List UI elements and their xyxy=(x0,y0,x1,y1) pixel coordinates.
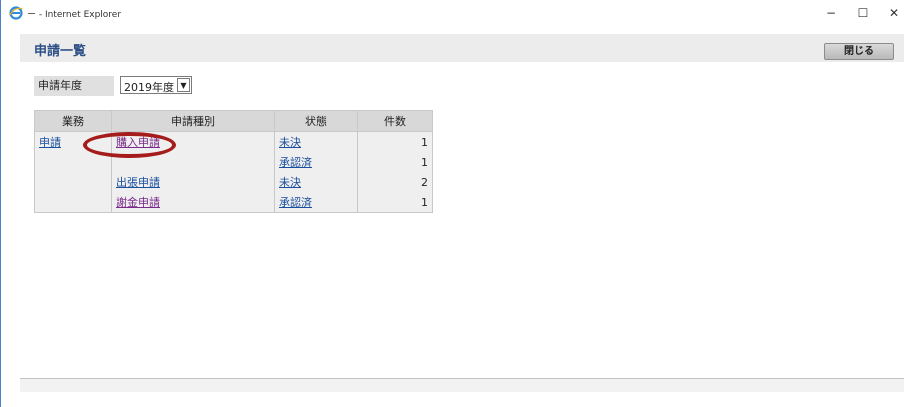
column-header: 業務 xyxy=(34,110,112,132)
type-link[interactable]: 購入申請 xyxy=(116,136,160,149)
maximize-button[interactable]: ☐ xyxy=(848,4,878,22)
count-cell: 1 xyxy=(357,152,433,172)
type-cell[interactable]: 購入申請 xyxy=(111,131,275,152)
header-bar: 申請一覧 閉じる xyxy=(20,34,904,62)
application-table: 業務 申請種別 状態 件数 申請 購入申請 未決 1 承認済 1 出張申請 未決… xyxy=(34,110,433,213)
type-link[interactable]: 謝金申請 xyxy=(116,196,160,209)
year-label: 申請年度 xyxy=(34,76,114,96)
business-cell xyxy=(34,152,112,172)
column-header: 申請種別 xyxy=(111,110,275,132)
status-cell[interactable]: 承認済 xyxy=(274,152,358,172)
browser-window: ー - Internet Explorer − ☐ ✕ 申請一覧 閉じる 申請年… xyxy=(0,0,904,407)
footer-bar xyxy=(20,378,904,392)
column-header: 件数 xyxy=(357,110,433,132)
close-button[interactable]: 閉じる xyxy=(824,43,894,60)
column-header: 状態 xyxy=(274,110,358,132)
type-link[interactable]: 出張申請 xyxy=(116,176,160,189)
business-cell xyxy=(34,172,112,192)
status-link[interactable]: 承認済 xyxy=(279,196,312,209)
business-cell[interactable]: 申請 xyxy=(34,131,112,152)
year-select-value: 2019年度 xyxy=(124,81,174,94)
table-row: 承認済 1 xyxy=(34,152,433,172)
business-cell xyxy=(34,192,112,213)
status-cell[interactable]: 未決 xyxy=(274,131,358,152)
year-select[interactable]: 2019年度 ▼ xyxy=(120,76,192,94)
close-window-button[interactable]: ✕ xyxy=(879,4,904,22)
table-header-row: 業務 申請種別 状態 件数 xyxy=(34,110,433,132)
minimize-button[interactable]: − xyxy=(816,4,846,22)
window-title: ー - Internet Explorer xyxy=(27,10,122,20)
chevron-down-icon[interactable]: ▼ xyxy=(177,78,190,92)
status-link[interactable]: 承認済 xyxy=(279,156,312,169)
business-link[interactable]: 申請 xyxy=(39,136,61,149)
count-cell: 2 xyxy=(357,172,433,192)
ie-icon xyxy=(9,6,23,20)
status-cell[interactable]: 承認済 xyxy=(274,192,358,213)
page-content: 申請一覧 閉じる 申請年度 2019年度 ▼ 業務 申請種別 状態 件数 申請 … xyxy=(20,34,904,397)
status-link[interactable]: 未決 xyxy=(279,136,301,149)
table-row: 出張申請 未決 2 xyxy=(34,172,433,192)
table-row: 謝金申請 承認済 1 xyxy=(34,192,433,213)
count-cell: 1 xyxy=(357,131,433,152)
page-title: 申請一覧 xyxy=(34,44,87,59)
count-cell: 1 xyxy=(357,192,433,213)
type-cell[interactable]: 出張申請 xyxy=(111,172,275,192)
status-link[interactable]: 未決 xyxy=(279,176,301,189)
type-cell xyxy=(111,152,275,172)
table-row: 申請 購入申請 未決 1 xyxy=(34,131,433,152)
title-bar: ー - Internet Explorer − ☐ ✕ xyxy=(1,0,904,26)
status-cell[interactable]: 未決 xyxy=(274,172,358,192)
type-cell[interactable]: 謝金申請 xyxy=(111,192,275,213)
